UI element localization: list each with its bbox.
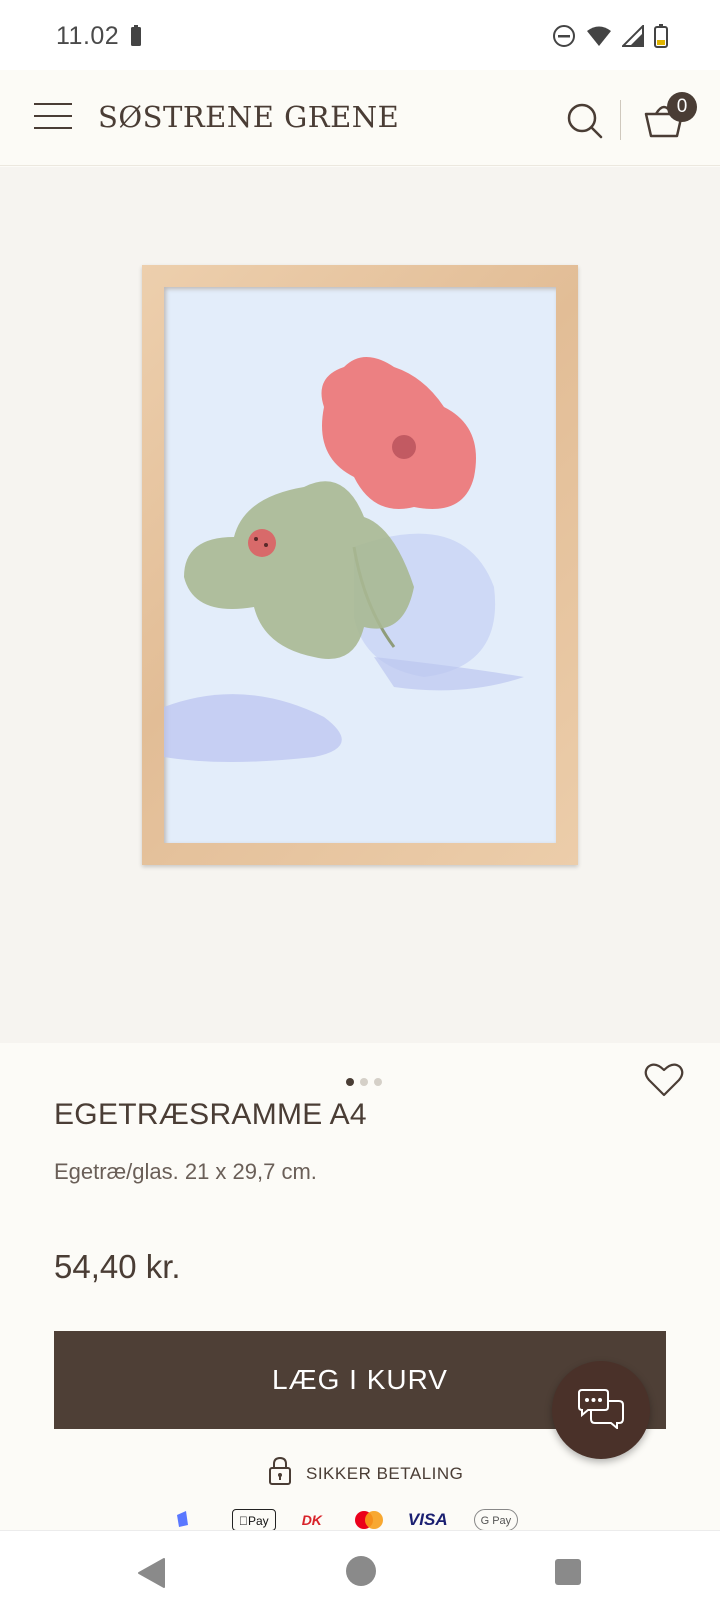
wishlist-heart-icon[interactable] xyxy=(644,1062,684,1103)
back-icon[interactable] xyxy=(136,1557,166,1594)
dankort-icon: DK xyxy=(292,1512,322,1528)
pagination-dot[interactable] xyxy=(346,1078,354,1086)
pagination-dot[interactable] xyxy=(374,1078,382,1086)
gallery-pagination xyxy=(346,1078,382,1086)
home-icon[interactable] xyxy=(345,1555,377,1592)
do-not-disturb-icon xyxy=(552,24,576,53)
chat-bubbles-icon xyxy=(578,1389,624,1429)
product-price: 54,40 kr. xyxy=(54,1248,181,1285)
mobilepay-icon xyxy=(170,1509,210,1531)
chat-button[interactable] xyxy=(552,1361,650,1459)
flower-artwork xyxy=(164,357,524,762)
secure-payment-label: SIKKER BETALING xyxy=(306,1463,464,1483)
status-bar: 11.02 xyxy=(0,0,720,70)
recents-icon[interactable] xyxy=(554,1558,582,1591)
battery-saver-icon xyxy=(130,25,142,52)
mastercard-icon xyxy=(348,1509,383,1531)
payment-methods: Pay DK VISA G Pay xyxy=(170,1509,590,1531)
applepay-icon: Pay xyxy=(232,1509,276,1531)
googlepay-icon: G Pay xyxy=(473,1509,519,1531)
status-icons xyxy=(552,23,668,53)
wifi-icon xyxy=(586,25,612,52)
product-image xyxy=(142,265,578,865)
status-time: 11.02 xyxy=(56,22,120,50)
site-header: SØSTRENE GRENE 0 xyxy=(0,70,720,166)
search-icon[interactable] xyxy=(566,102,604,145)
secure-payment-row: SIKKER BETALING xyxy=(268,1456,463,1491)
product-description: Egetræ/glas. 21 x 29,7 cm. xyxy=(54,1159,317,1184)
system-navigation-bar xyxy=(0,1530,720,1612)
product-image-gallery[interactable] xyxy=(0,167,720,1043)
battery-icon xyxy=(654,24,668,53)
brand-logo[interactable]: SØSTRENE GRENE xyxy=(98,100,399,134)
header-divider xyxy=(620,100,621,140)
visa-icon: VISA xyxy=(398,1510,448,1529)
signal-icon xyxy=(620,23,644,52)
product-title: EGETRÆSRAMME A4 xyxy=(54,1098,367,1131)
hamburger-menu-icon[interactable] xyxy=(34,103,72,133)
pagination-dot[interactable] xyxy=(360,1078,368,1086)
cart-count-badge: 0 xyxy=(667,92,697,122)
lock-icon xyxy=(268,1456,292,1491)
